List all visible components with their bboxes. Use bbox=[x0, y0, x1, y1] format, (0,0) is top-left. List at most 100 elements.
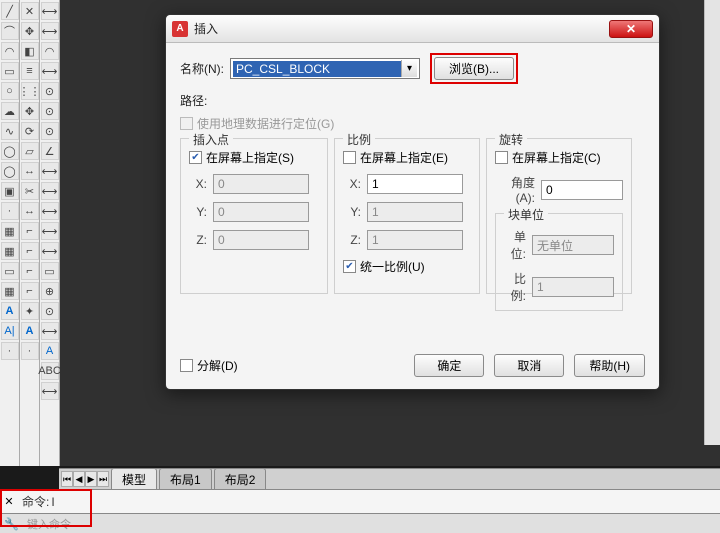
tool-array[interactable]: ⋮⋮ bbox=[21, 82, 39, 100]
tool-inspect[interactable]: ⊙ bbox=[41, 302, 59, 320]
explode-label: 分解(D) bbox=[197, 357, 238, 374]
tool-dim-cont[interactable]: ⟷ bbox=[41, 202, 59, 220]
tool-hatch[interactable]: ▦ bbox=[1, 222, 19, 240]
autocad-icon: A bbox=[172, 21, 188, 37]
tool-dim-dia[interactable]: ⊙ bbox=[41, 122, 59, 140]
tool-rect[interactable]: ▭ bbox=[1, 62, 19, 80]
tool-table[interactable]: ▦ bbox=[1, 282, 19, 300]
dialog-title: 插入 bbox=[194, 20, 609, 37]
insert-x-label: X: bbox=[189, 177, 207, 191]
tool-dim-space[interactable]: ⟷ bbox=[41, 222, 59, 240]
tool-scale[interactable]: ▱ bbox=[21, 142, 39, 160]
browse-button[interactable]: 浏览(B)... bbox=[434, 57, 514, 80]
tab-nav-last[interactable]: ⏭ bbox=[97, 471, 109, 487]
scale-z-input bbox=[367, 230, 463, 250]
modify-toolbar: ✕ ✥ ◧ ≡ ⋮⋮ ✥ ⟳ ▱ ↔ ✂ ↔ ⌐ ⌐ ⌐ ⌐ ✦ A · bbox=[20, 0, 40, 466]
scale-onscreen-checkbox[interactable] bbox=[343, 151, 356, 164]
tool-dim-radius[interactable]: ⊙ bbox=[41, 82, 59, 100]
name-combo[interactable]: PC_CSL_BLOCK ▾ bbox=[230, 58, 420, 79]
scale-group: 比例 在屏幕上指定(E) X: Y: Z: 统一比例(U) bbox=[334, 138, 480, 294]
tool-tolerance[interactable]: ▭ bbox=[41, 262, 59, 280]
cancel-button[interactable]: 取消 bbox=[494, 354, 564, 377]
tool-ellipse[interactable]: ◯ bbox=[1, 142, 19, 160]
explode-checkbox[interactable] bbox=[180, 359, 193, 372]
command-close-icon[interactable]: ✕ bbox=[2, 495, 16, 509]
tool-chamfer[interactable]: ⌐ bbox=[21, 262, 39, 280]
tool-extend[interactable]: ↔ bbox=[21, 202, 39, 220]
tool-arc[interactable]: ◠ bbox=[1, 42, 19, 60]
tool-mirror[interactable]: ◧ bbox=[21, 42, 39, 60]
help-button[interactable]: 帮助(H) bbox=[574, 354, 645, 377]
tool-pline[interactable]: ⌒ bbox=[1, 22, 19, 40]
dialog-titlebar[interactable]: A 插入 ✕ bbox=[166, 15, 659, 43]
tool-fillet[interactable]: ⌐ bbox=[21, 282, 39, 300]
uniform-scale-checkbox[interactable] bbox=[343, 260, 356, 273]
chevron-down-icon[interactable]: ▾ bbox=[401, 60, 417, 77]
draw-toolbar: ╱ ⌒ ◠ ▭ ○ ☁ ∿ ◯ ◯ ▣ · ▦ ▦ ▭ ▦ A A| · bbox=[0, 0, 20, 466]
tool-cloud[interactable]: ☁ bbox=[1, 102, 19, 120]
tool-spline[interactable]: ∿ bbox=[1, 122, 19, 140]
tool-block[interactable]: ▣ bbox=[1, 182, 19, 200]
tool-text[interactable]: A| bbox=[1, 322, 19, 340]
tool-dim-linear[interactable]: ⟷ bbox=[41, 2, 59, 20]
tool-erase[interactable]: ✕ bbox=[21, 2, 39, 20]
tool-line[interactable]: ╱ bbox=[1, 2, 19, 20]
tool-extra1[interactable]: · bbox=[1, 342, 19, 360]
tool-mtext[interactable]: A bbox=[1, 302, 19, 320]
scale-x-input[interactable] bbox=[367, 174, 463, 194]
ratio-label: 比例: bbox=[504, 270, 526, 304]
insert-onscreen-checkbox[interactable] bbox=[189, 151, 202, 164]
tool-dim-base[interactable]: ⟷ bbox=[41, 182, 59, 200]
wrench-icon[interactable]: 🔧 bbox=[4, 517, 19, 531]
tool-dim-break[interactable]: ⟷ bbox=[41, 242, 59, 260]
tool-explode[interactable]: ✦ bbox=[21, 302, 39, 320]
command-line: ✕ 命令: bbox=[0, 489, 720, 513]
tool-circle[interactable]: ○ bbox=[1, 82, 19, 100]
path-label: 路径: bbox=[180, 94, 207, 108]
tool-join[interactable]: ⌐ bbox=[21, 242, 39, 260]
geo-label: 使用地理数据进行定位(G) bbox=[197, 115, 334, 132]
tool-ellipse-arc[interactable]: ◯ bbox=[1, 162, 19, 180]
tool-offset[interactable]: ≡ bbox=[21, 62, 39, 80]
tool-dim-ord[interactable]: ⟷ bbox=[41, 62, 59, 80]
dialog-close-button[interactable]: ✕ bbox=[609, 20, 653, 38]
tool-dtext[interactable]: A bbox=[21, 322, 39, 340]
insert-z-label: Z: bbox=[189, 233, 207, 247]
tool-rotate[interactable]: ⟳ bbox=[21, 122, 39, 140]
tool-center-mark[interactable]: ⊕ bbox=[41, 282, 59, 300]
tool-copy[interactable]: ✥ bbox=[21, 22, 39, 40]
name-combo-value: PC_CSL_BLOCK bbox=[233, 61, 401, 77]
tool-break[interactable]: ⌐ bbox=[21, 222, 39, 240]
ok-button[interactable]: 确定 bbox=[414, 354, 484, 377]
tool-dim-aligned[interactable]: ⟷ bbox=[41, 22, 59, 40]
tool-dimstyle[interactable]: ⟷ bbox=[41, 382, 59, 400]
tool-dim-quick[interactable]: ⟷ bbox=[41, 162, 59, 180]
tool-trim[interactable]: ✂ bbox=[21, 182, 39, 200]
canvas-scrollbar-v[interactable] bbox=[704, 0, 720, 445]
tool-dim-jog[interactable]: ⊙ bbox=[41, 102, 59, 120]
tab-layout1[interactable]: 布局1 bbox=[159, 468, 212, 490]
tool-region[interactable]: ▭ bbox=[1, 262, 19, 280]
tab-model[interactable]: 模型 bbox=[111, 468, 157, 490]
tool-stretch[interactable]: ↔ bbox=[21, 162, 39, 180]
tool-move[interactable]: ✥ bbox=[21, 102, 39, 120]
command-input[interactable] bbox=[51, 495, 451, 509]
scale-y-label: Y: bbox=[343, 205, 361, 219]
tab-nav-first[interactable]: ⏮ bbox=[61, 471, 73, 487]
tool-extra2[interactable]: · bbox=[21, 342, 39, 360]
tool-dim-jogline[interactable]: ⟷ bbox=[41, 322, 59, 340]
angle-input[interactable] bbox=[541, 180, 623, 200]
tool-gradient[interactable]: ▦ bbox=[1, 242, 19, 260]
insert-onscreen-label: 在屏幕上指定(S) bbox=[206, 149, 294, 166]
tool-dim-ang[interactable]: ∠ bbox=[41, 142, 59, 160]
tool-dimtedit[interactable]: ABC bbox=[41, 362, 59, 380]
tab-nav-next[interactable]: ▶ bbox=[85, 471, 97, 487]
angle-label: 角度(A): bbox=[495, 174, 535, 205]
rotate-onscreen-checkbox[interactable] bbox=[495, 151, 508, 164]
tab-nav-prev[interactable]: ◀ bbox=[73, 471, 85, 487]
tool-dimedit[interactable]: A bbox=[41, 342, 59, 360]
tab-layout2[interactable]: 布局2 bbox=[214, 468, 267, 490]
tool-point[interactable]: · bbox=[1, 202, 19, 220]
tool-dim-arc[interactable]: ◠ bbox=[41, 42, 59, 60]
browse-highlight: 浏览(B)... bbox=[430, 53, 518, 84]
